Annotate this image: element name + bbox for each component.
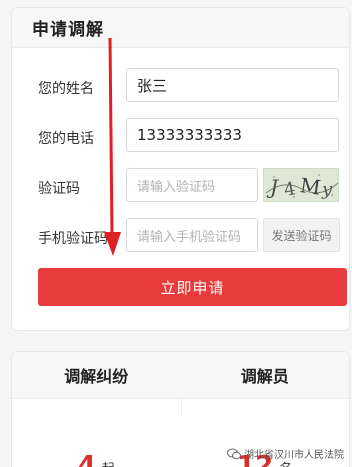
mediation-form-card: 申请调解 您的姓名 张三 您的电话 13333333333 验证码 请输入验证码… — [11, 7, 350, 331]
stats-header: 调解纠纷 调解员 — [12, 352, 349, 399]
phone-label: 您的电话 — [38, 131, 94, 147]
name-input[interactable]: 张三 — [126, 68, 339, 102]
send-code-button[interactable]: 发送验证码 — [263, 218, 340, 252]
form-title: 申请调解 — [32, 20, 104, 40]
name-label: 您的姓名 — [38, 81, 94, 97]
disputes-unit: 起 — [102, 458, 115, 467]
wechat-icon — [227, 448, 241, 459]
watermark: 湖北省汉川市人民法院 — [227, 446, 344, 461]
captcha-label: 验证码 — [38, 181, 80, 197]
svg-text:y: y — [321, 179, 333, 200]
mediators-title: 调解员 — [240, 367, 289, 386]
disputes-count: 4 — [77, 451, 96, 467]
disputes-title: 调解纠纷 — [64, 367, 129, 386]
submit-button[interactable]: 立即申请 — [38, 268, 347, 306]
watermark-text: 湖北省汉川市人民法院 — [244, 450, 344, 461]
captcha-image[interactable]: J 4 M y — [263, 168, 339, 202]
form-header: 申请调解 — [12, 8, 349, 48]
disputes-stat: 4 起 — [12, 399, 181, 467]
captcha-input[interactable]: 请输入验证码 — [126, 168, 258, 202]
sms-code-label: 手机验证码 — [38, 231, 108, 247]
phone-input[interactable]: 13333333333 — [126, 118, 339, 152]
svg-text:M: M — [299, 173, 323, 200]
sms-code-input[interactable]: 请输入手机验证码 — [126, 218, 258, 252]
